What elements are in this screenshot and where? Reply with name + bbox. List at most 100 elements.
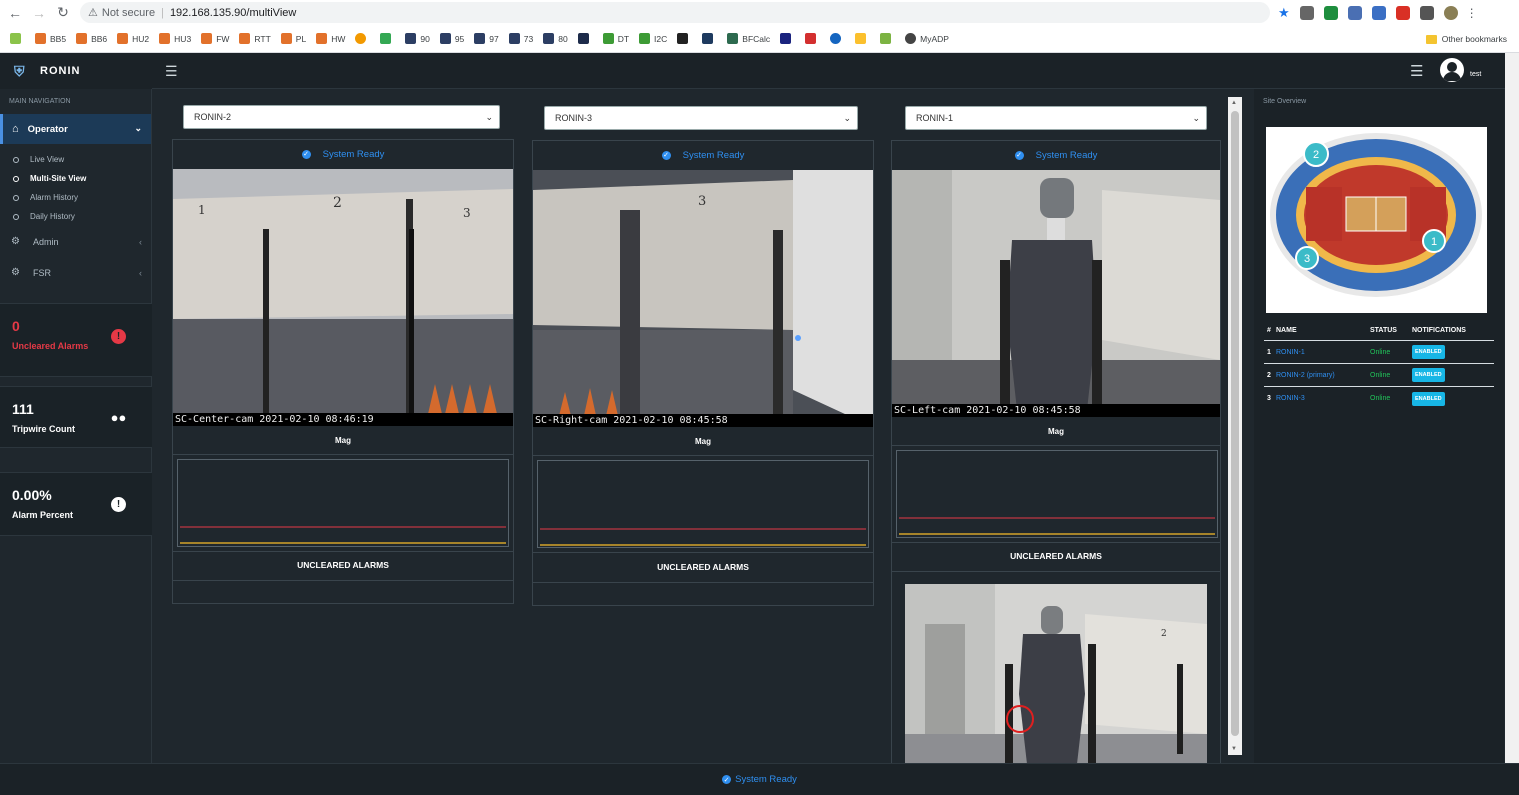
status-badge[interactable]: ENABLED bbox=[1412, 368, 1445, 382]
bookmark-leaf[interactable] bbox=[880, 33, 895, 44]
bookmark-97[interactable]: 97 bbox=[474, 33, 499, 44]
chevron-down-icon: ⌄ bbox=[485, 112, 493, 122]
bookmark-73[interactable]: 73 bbox=[508, 33, 533, 44]
status-badge[interactable]: ENABLED bbox=[1412, 345, 1445, 359]
svg-text:3: 3 bbox=[463, 206, 471, 220]
sidebar-toggle-icon[interactable]: ☰ bbox=[165, 63, 178, 80]
alarm-percent-label: Alarm Percent bbox=[12, 510, 74, 520]
brand-logo[interactable]: ⛨ RONIN bbox=[0, 53, 152, 89]
mag-title: Mag bbox=[1048, 427, 1064, 436]
bookmark-arc[interactable] bbox=[830, 33, 845, 44]
other-bookmarks[interactable]: Other bookmarks bbox=[1425, 25, 1507, 53]
scrollbar[interactable]: ▲ ▼ bbox=[1228, 97, 1242, 755]
bookmark-bb5[interactable]: BB5 bbox=[35, 33, 66, 44]
site-select[interactable]: RONIN-2 ⌄ bbox=[183, 105, 500, 129]
site-overview-panel: Site Overview 2 1 3 # NAME STATUS NOTIFI… bbox=[1254, 89, 1504, 763]
bookmark-dark[interactable] bbox=[677, 33, 692, 44]
site-select[interactable]: RONIN-1 ⌄ bbox=[905, 106, 1207, 130]
bookmark-hu2[interactable]: HU2 bbox=[117, 33, 149, 44]
bookmark-rtt[interactable]: RTT bbox=[239, 33, 271, 44]
circle-icon bbox=[13, 213, 19, 220]
check-circle-icon: ✓ bbox=[661, 150, 671, 160]
arena-map[interactable]: 2 1 3 bbox=[1266, 127, 1487, 313]
mag-title: Mag bbox=[335, 436, 351, 445]
page-scrollbar[interactable] bbox=[1505, 53, 1519, 795]
uncleared-alarms-title: UNCLEARED ALARMS bbox=[297, 560, 389, 570]
bookmark-90[interactable]: 90 bbox=[405, 33, 430, 44]
reload-icon[interactable]: ↻ bbox=[54, 4, 72, 22]
extension-icon[interactable] bbox=[1347, 5, 1362, 20]
menu-icon[interactable]: ☰ bbox=[1410, 62, 1423, 80]
scroll-up-icon[interactable]: ▲ bbox=[1231, 100, 1237, 106]
svg-text:2: 2 bbox=[1313, 149, 1319, 161]
user-name[interactable]: test bbox=[1470, 71, 1481, 78]
site-link[interactable]: RONIN-1 bbox=[1276, 349, 1370, 356]
camera-feed[interactable]: 3 SC-Right-cam 2021-02-10 08:45:58 bbox=[533, 170, 873, 427]
camera-feed[interactable]: SC-Left-cam 2021-02-10 08:45:58 bbox=[892, 170, 1220, 417]
bookmark-95[interactable]: 95 bbox=[439, 33, 464, 44]
site-select[interactable]: RONIN-3 ⌄ bbox=[544, 106, 858, 130]
uncleared-alarms-card: 0 Uncleared Alarms ! bbox=[0, 303, 152, 377]
bookmark-j[interactable] bbox=[577, 33, 593, 44]
bookmark-yellow[interactable] bbox=[855, 33, 870, 44]
mag-chart bbox=[177, 459, 509, 547]
sidebar-item-admin[interactable]: ⚙ Admin ‹ bbox=[0, 226, 151, 257]
address-bar[interactable]: ⚠ Not secure | 192.168.135.90/multiView bbox=[80, 2, 1270, 23]
bookmark-red[interactable] bbox=[805, 33, 820, 44]
extension-icon[interactable] bbox=[1371, 5, 1386, 20]
bookmark-hw[interactable]: HW bbox=[316, 33, 345, 44]
bookmark-ut[interactable] bbox=[780, 33, 795, 44]
exclamation-icon: ! bbox=[111, 497, 126, 512]
star-icon[interactable]: ★ bbox=[1278, 5, 1290, 21]
bookmark-i2c[interactable]: I2C bbox=[639, 33, 667, 44]
url-text: 192.168.135.90/multiView bbox=[169, 6, 297, 19]
site-link[interactable]: RONIN-2 (primary) bbox=[1276, 372, 1370, 379]
bookmark-bb6[interactable]: BB6 bbox=[76, 33, 107, 44]
nav-heading: MAIN NAVIGATION bbox=[9, 98, 71, 105]
menu-dots-icon[interactable]: ⋮ bbox=[1466, 6, 1478, 20]
alarm-image: 2 bbox=[905, 584, 1207, 763]
svg-text:2: 2 bbox=[333, 195, 342, 211]
site-link[interactable]: RONIN-3 bbox=[1276, 395, 1370, 402]
bookmarks-bar: BB5 BB6 HU2 HU3 FW RTT PL HW 90 95 97 73… bbox=[0, 25, 1519, 53]
profile-icon[interactable] bbox=[1443, 5, 1458, 20]
bookmark-80[interactable]: 80 bbox=[543, 33, 568, 44]
extension-icon[interactable] bbox=[1323, 5, 1338, 20]
extension-icon[interactable] bbox=[1395, 5, 1410, 20]
avatar[interactable] bbox=[1440, 58, 1464, 82]
alarm-snapshot[interactable]: 2 bbox=[905, 584, 1207, 763]
sidebar-item-operator[interactable]: ⌂ Operator ⌄ bbox=[0, 114, 151, 144]
scroll-thumb[interactable] bbox=[1231, 111, 1239, 736]
sidebar-item-label: Operator bbox=[27, 123, 68, 135]
bookmark-hu3[interactable]: HU3 bbox=[159, 33, 191, 44]
bookmark-pl[interactable]: PL bbox=[280, 33, 306, 44]
bookmark-apps[interactable] bbox=[10, 33, 25, 44]
footer-status: ✓ System Ready bbox=[0, 763, 1519, 795]
extension-icon[interactable] bbox=[1299, 5, 1314, 20]
uncleared-alarms-label: Uncleared Alarms bbox=[12, 341, 89, 351]
mag-chart bbox=[896, 450, 1218, 538]
bookmark-fw[interactable]: FW bbox=[201, 33, 229, 44]
forward-arrow-icon[interactable]: → bbox=[30, 4, 48, 22]
mag-title: Mag bbox=[695, 437, 711, 446]
bookmark-drive[interactable] bbox=[380, 33, 395, 44]
camera-panel: ✓System Ready 3 SC-Right-cam 2021-02-10 bbox=[532, 140, 874, 606]
camera-feed[interactable]: 2 3 1 SC-Center-cam 2021-02-10 08:46:19 bbox=[173, 169, 513, 426]
sidebar-item-multi-site-view[interactable]: Multi-Site View bbox=[0, 169, 151, 188]
bookmark-sun[interactable] bbox=[355, 33, 370, 44]
bookmark-dt[interactable]: DT bbox=[602, 33, 629, 44]
bookmark-tes[interactable] bbox=[702, 33, 717, 44]
camera-caption: SC-Left-cam 2021-02-10 08:45:58 bbox=[892, 404, 1220, 417]
bookmark-myadp[interactable]: MyADP bbox=[905, 33, 949, 44]
back-arrow-icon[interactable]: ← bbox=[6, 4, 24, 22]
sidebar-item-daily-history[interactable]: Daily History bbox=[0, 207, 151, 226]
status-badge[interactable]: ENABLED bbox=[1412, 391, 1445, 406]
sidebar-item-live-view[interactable]: Live View bbox=[0, 150, 151, 169]
bookmark-bfcalc[interactable]: BFCalc bbox=[727, 33, 770, 44]
puzzle-icon[interactable] bbox=[1419, 5, 1434, 20]
scroll-down-icon[interactable]: ▼ bbox=[1231, 746, 1237, 752]
sidebar-item-fsr[interactable]: ⚙ FSR ‹ bbox=[0, 257, 151, 288]
sidebar-item-alarm-history[interactable]: Alarm History bbox=[0, 188, 151, 207]
check-circle-icon: ✓ bbox=[1014, 150, 1024, 160]
mag-chart bbox=[537, 460, 869, 548]
